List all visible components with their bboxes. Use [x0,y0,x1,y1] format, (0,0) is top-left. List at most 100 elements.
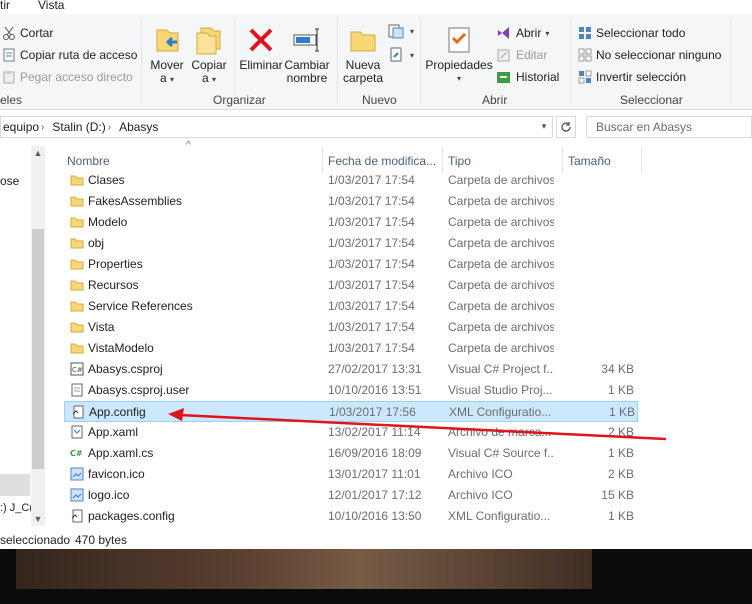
table-row[interactable]: favicon.ico 13/01/2017 11:01 Archivo ICO 2 … [64,464,638,485]
column-header-date[interactable]: Fecha de modifica... [328,150,436,172]
folder-icon [70,341,84,355]
table-row[interactable]: packages.config 10/10/2016 13:50 XML Confi… [64,506,638,527]
xaml-file-icon [70,425,84,439]
ribbon-separator [141,18,142,104]
config-file-icon [70,509,84,523]
breadcrumb-drive[interactable]: Stalin (D:) [52,120,105,134]
file-date: 1/03/2017 17:54 [328,278,415,292]
history-button[interactable]: Historial [496,68,559,86]
edit-button[interactable]: Editar [496,46,547,64]
file-name: VistaModelo [88,341,154,355]
sort-up-icon: ^ [186,140,191,151]
breadcrumb-equipo[interactable]: equipo [3,120,39,134]
file-date: 10/10/2016 13:51 [328,383,422,397]
file-name: favicon.ico [88,467,145,481]
move-to-button[interactable]: Mover a ▾ [148,24,186,86]
file-date: 1/03/2017 17:54 [328,320,415,334]
table-row[interactable]: Vista 1/03/2017 17:54 Carpeta de archivos [64,317,638,338]
rename-icon [293,28,319,52]
address-bar[interactable]: equipo › Stalin (D:) › Abasys [0,116,553,138]
file-date: 10/10/2016 13:50 [328,509,422,523]
scrollbar-thumb[interactable] [32,229,44,469]
easy-access-icon [390,47,402,62]
folder-icon [70,278,84,292]
visual-studio-icon [498,27,509,39]
paste-shortcut-button[interactable]: Pegar acceso directo [2,68,133,86]
column-header-name[interactable]: Nombre [67,150,110,172]
file-type: Carpeta de archivos [448,194,554,208]
csharp-project-icon: C# [70,362,84,376]
folder-icon [70,299,84,313]
nav-item-selected[interactable] [0,474,30,496]
history-icon [497,72,510,83]
file-name: Properties [88,257,143,271]
nav-item-fragment[interactable]: ose [0,174,19,188]
file-date: 1/03/2017 17:54 [328,215,415,229]
select-all-button[interactable]: Seleccionar todo [578,24,685,42]
file-type: Carpeta de archivos [448,215,554,229]
table-row[interactable]: Properties 1/03/2017 17:54 Carpeta de arch… [64,254,638,275]
table-row[interactable]: VistaModelo 1/03/2017 17:54 Carpeta de arc… [64,338,638,359]
background-image [0,549,752,604]
copy-to-button[interactable]: Copiar a ▾ [190,24,228,86]
chevron-right-icon[interactable]: › [108,122,111,133]
ribbon-separator [730,18,731,104]
file-type: Carpeta de archivos [448,320,554,334]
file-size: 2 KB [607,467,634,481]
easy-access-button[interactable]: ▾ [388,46,414,64]
delete-button[interactable]: Eliminar [238,24,284,72]
table-row[interactable]: C# Abasys.csproj 27/02/2017 13:31 Visual C#… [64,359,638,380]
file-size: 1 KB [607,383,634,397]
open-button[interactable]: Abrir ▾ [496,24,549,42]
new-folder-button[interactable]: Nueva carpeta [342,24,384,85]
move-to-icon [156,29,179,52]
status-bar: seleccionado 470 bytes [0,530,752,550]
column-divider[interactable] [641,147,642,173]
invert-selection-button[interactable]: Invertir selección [578,68,686,86]
file-type: Carpeta de archivos [448,257,554,271]
file-date: 1/03/2017 17:54 [328,236,415,250]
scroll-up-icon[interactable]: ▲ [31,146,45,160]
table-row[interactable]: Service References 1/03/2017 17:54 Carpeta… [64,296,638,317]
copy-path-button[interactable]: Copiar ruta de acceso [2,46,137,64]
chevron-right-icon[interactable]: › [41,122,44,133]
table-row[interactable]: Recursos 1/03/2017 17:54 Carpeta de archiv… [64,275,638,296]
file-date: 1/03/2017 17:54 [328,173,415,187]
new-folder-icon [350,31,376,52]
rename-button[interactable]: Cambiar nombre [284,24,330,85]
tab-vista[interactable]: Vista [38,0,64,12]
file-date: 27/02/2017 13:31 [328,362,422,376]
table-row[interactable]: FakesAssemblies 1/03/2017 17:54 Carpeta de… [64,191,638,212]
file-type: Archivo ICO [448,467,513,481]
ribbon: Cortar Copiar ruta de acceso Pegar acces… [0,14,752,110]
refresh-icon [561,122,571,132]
new-item-button[interactable]: ▾ [388,22,414,40]
status-size-text: 470 bytes [75,533,128,547]
chevron-down-icon[interactable]: ▾ [536,116,552,136]
paste-shortcut-icon [3,71,15,84]
scroll-down-icon[interactable]: ▼ [31,512,45,526]
table-row[interactable]: Modelo 1/03/2017 17:54 Carpeta de archivos [64,212,638,233]
nav-item-fragment[interactable]: :) J_C( [0,502,33,514]
file-date: 13/01/2017 11:01 [328,467,421,481]
cut-button[interactable]: Cortar [2,24,53,42]
column-header-size[interactable]: Tamaño [568,150,611,172]
refresh-button[interactable] [556,116,576,138]
file-name: FakesAssemblies [88,194,183,208]
file-type: Carpeta de archivos [448,341,554,355]
column-header-type[interactable]: Tipo [448,150,471,172]
search-input[interactable]: Buscar en Abasys [586,116,752,138]
properties-button[interactable]: Propiedades ▾ [425,24,493,85]
tab-fragment[interactable]: tir [0,0,10,12]
nav-scrollbar[interactable]: ▲ ▼ [31,146,45,526]
folder-icon [70,320,84,334]
file-name: Recursos [88,278,139,292]
table-row[interactable]: Abasys.csproj.user 10/10/2016 13:51 Visual… [64,380,638,401]
select-none-button[interactable]: No seleccionar ninguno [578,46,721,64]
scissors-icon [3,26,15,40]
file-date: 1/03/2017 17:54 [328,194,415,208]
table-row[interactable]: obj 1/03/2017 17:54 Carpeta de archivos [64,233,638,254]
table-row[interactable]: logo.ico 12/01/2017 17:12 Archivo ICO 15 KB [64,485,638,506]
breadcrumb-abasys[interactable]: Abasys [119,120,158,134]
table-row[interactable]: Clases 1/03/2017 17:54 Carpeta de archivos [64,170,638,191]
